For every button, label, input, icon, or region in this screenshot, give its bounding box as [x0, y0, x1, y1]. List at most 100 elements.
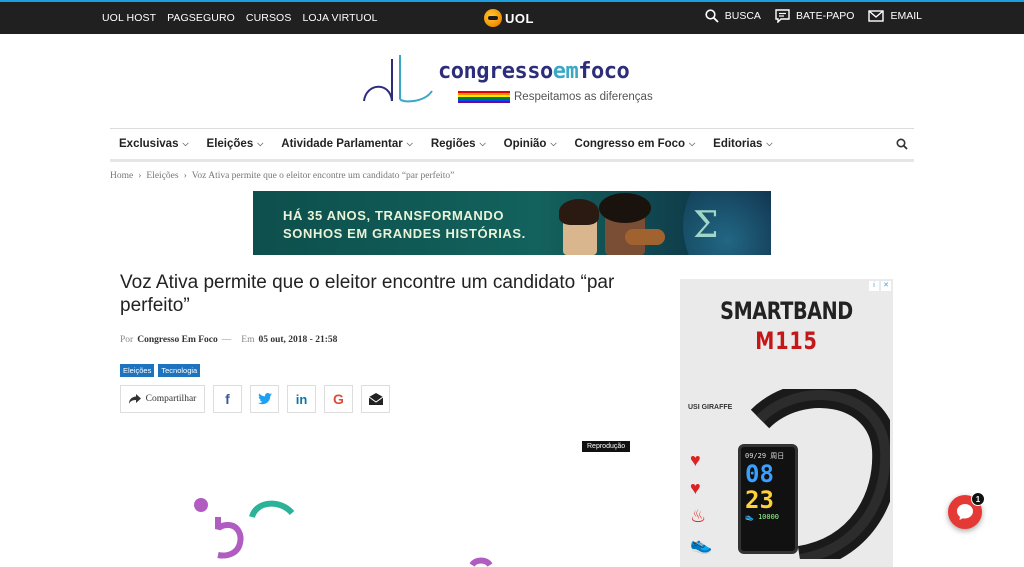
- photo-credit: Reprodução: [582, 441, 631, 452]
- uol-links: UOL HOST PAGSEGURO CURSOS LOJA VIRTUOL: [102, 12, 378, 24]
- nav-search-icon[interactable]: [896, 138, 908, 150]
- sneaker-icon: 👟: [690, 534, 713, 554]
- breadcrumb-home[interactable]: Home: [110, 171, 133, 181]
- chevron-down-icon: ⌵: [182, 139, 189, 148]
- chat-icon: [775, 9, 790, 23]
- uol-logo[interactable]: UOL: [484, 9, 534, 27]
- author-link[interactable]: Congresso Em Foco: [137, 335, 218, 345]
- share-google-button[interactable]: G: [324, 385, 353, 413]
- banner-guitar-image: [625, 229, 665, 245]
- screen-date-text: 09/29: [745, 452, 767, 460]
- bate-papo-button[interactable]: BATE-PAPO: [775, 9, 855, 23]
- logo-wordmark: congressoemfoco: [438, 59, 630, 84]
- uol-host-link[interactable]: UOL HOST: [102, 12, 156, 24]
- article-meta: Por Congresso Em Foco — Em 05 out, 2018 …: [120, 335, 337, 345]
- article-hero-image: [194, 498, 493, 567]
- article-title: Voz Ativa permite que o eleitor encontre…: [120, 272, 615, 316]
- smartband-screen: 09/29 周日 08 23 👟 10000: [738, 444, 798, 554]
- nav-label: Opinião: [503, 138, 547, 150]
- email-label: EMAIL: [890, 10, 922, 22]
- banner-ad[interactable]: HÁ 35 ANOS, TRANSFORMANDO SONHOS EM GRAN…: [253, 191, 771, 255]
- nav-item-opiniao[interactable]: Opinião ⌵: [495, 138, 566, 150]
- flame-icon: ♨: [690, 506, 707, 526]
- breadcrumb-current: Voz Ativa permite que o eleitor encontre…: [191, 171, 455, 181]
- logo-word-em: em: [552, 59, 579, 84]
- cursos-link[interactable]: CURSOS: [246, 12, 292, 24]
- banner-line-2: SONHOS EM GRANDES HISTÓRIAS.: [283, 226, 526, 241]
- chevron-down-icon: ⌵: [406, 139, 413, 148]
- article-tags: Eleições Tecnologia: [120, 364, 201, 377]
- chevron-down-icon: ⌵: [479, 139, 486, 148]
- nav-item-eleicoes[interactable]: Eleições ⌵: [198, 138, 273, 150]
- google-icon: G: [333, 391, 344, 407]
- busca-button[interactable]: BUSCA: [705, 9, 761, 23]
- article-date: 05 out, 2018 - 21:58: [258, 335, 338, 345]
- breadcrumb-section[interactable]: Eleições: [146, 171, 178, 181]
- nav-label: Congresso em Foco: [574, 138, 686, 150]
- share-linkedin-button[interactable]: in: [287, 385, 316, 413]
- uol-top-bar: UOL HOST PAGSEGURO CURSOS LOJA VIRTUOL U…: [0, 0, 1024, 34]
- share-email-button[interactable]: [361, 385, 390, 413]
- ad-model: M115: [755, 327, 818, 355]
- meta-dash: —: [221, 335, 232, 345]
- logo-word-foco: foco: [578, 59, 630, 84]
- chat-notification-badge: 1: [971, 492, 985, 506]
- nav-item-regioes[interactable]: Regiões ⌵: [422, 138, 495, 150]
- ad-choices[interactable]: i ✕: [869, 281, 891, 291]
- rainbow-flag-icon: [458, 91, 510, 103]
- banner-person-image: [599, 193, 651, 255]
- ad-headline: SMARTBAND: [720, 297, 853, 325]
- chevron-down-icon: ⌵: [257, 139, 264, 148]
- screen-steps: 👟 10000: [745, 513, 780, 521]
- search-icon: [705, 9, 719, 23]
- busca-label: BUSCA: [724, 10, 761, 22]
- tag-tecnologia[interactable]: Tecnologia: [158, 364, 201, 377]
- nav-item-exclusivas[interactable]: Exclusivas ⌵: [110, 138, 198, 150]
- ad-info-icon: i: [869, 281, 879, 291]
- share-arrow-icon: [128, 394, 141, 404]
- nav-label: Exclusivas: [119, 138, 179, 150]
- nav-label: Editorias: [713, 138, 763, 150]
- screen-day-text: 周日: [770, 452, 785, 460]
- breadcrumb-separator-icon: ›: [183, 171, 187, 181]
- email-button[interactable]: EMAIL: [868, 10, 922, 22]
- uol-logo-text: UOL: [505, 10, 534, 26]
- share-button[interactable]: Compartilhar: [120, 385, 205, 413]
- bate-papo-label: BATE-PAPO: [795, 10, 855, 22]
- tag-eleicoes[interactable]: Eleições: [120, 364, 155, 377]
- logo-mark-icon: [363, 55, 433, 103]
- banner-person-image: [559, 199, 599, 255]
- chevron-down-icon: ⌵: [766, 139, 773, 148]
- uol-tools: BUSCA BATE-PAPO EMAIL: [705, 9, 922, 23]
- linkedin-icon: in: [295, 391, 308, 407]
- facebook-icon: f: [225, 391, 230, 407]
- heart-icon: ♥: [690, 450, 701, 470]
- site-logo[interactable]: congressoemfoco Respeitamos as diferença…: [362, 53, 672, 107]
- logo-tagline: Respeitamos as diferenças: [514, 91, 653, 103]
- chat-widget-button[interactable]: 1: [948, 492, 985, 529]
- breadcrumb-separator-icon: ›: [138, 171, 142, 181]
- share-twitter-button[interactable]: [250, 385, 279, 413]
- pagseguro-link[interactable]: PAGSEGURO: [167, 12, 235, 24]
- chat-bubble-icon: [957, 504, 973, 520]
- ad-close-icon: ✕: [881, 281, 891, 291]
- nav-item-congresso-em-foco[interactable]: Congresso em Foco ⌵: [566, 138, 705, 150]
- nav-item-atividade-parlamentar[interactable]: Atividade Parlamentar ⌵: [272, 138, 422, 150]
- main-nav: Exclusivas ⌵ Eleições ⌵ Atividade Parlamen…: [110, 128, 914, 162]
- loja-virtuol-link[interactable]: LOJA VIRTUOL: [302, 12, 377, 24]
- nav-label: Eleições: [206, 138, 254, 150]
- by-label: Por: [120, 335, 134, 345]
- share-facebook-button[interactable]: f: [213, 385, 242, 413]
- smartband-ad[interactable]: i ✕ SMARTBAND M115 USI GIRAFFE ♥ ♥ ♨ 👟 0…: [680, 279, 893, 567]
- on-label: Em: [241, 335, 255, 345]
- screen-minute: 23: [745, 486, 774, 514]
- breadcrumb: Home › Eleições › Voz Ativa permite que …: [110, 171, 454, 181]
- nav-item-editorias[interactable]: Editorias ⌵: [704, 138, 781, 150]
- banner-line-1: HÁ 35 ANOS, TRANSFORMANDO: [283, 208, 505, 223]
- chevron-down-icon: ⌵: [550, 139, 557, 148]
- screen-hour: 08: [745, 460, 774, 488]
- blood-pressure-icon: ♥: [690, 478, 701, 498]
- logo-word-congresso: congresso: [438, 59, 553, 84]
- screen-steps-value: 10000: [757, 513, 780, 521]
- share-bar: Compartilhar f in G: [120, 385, 390, 413]
